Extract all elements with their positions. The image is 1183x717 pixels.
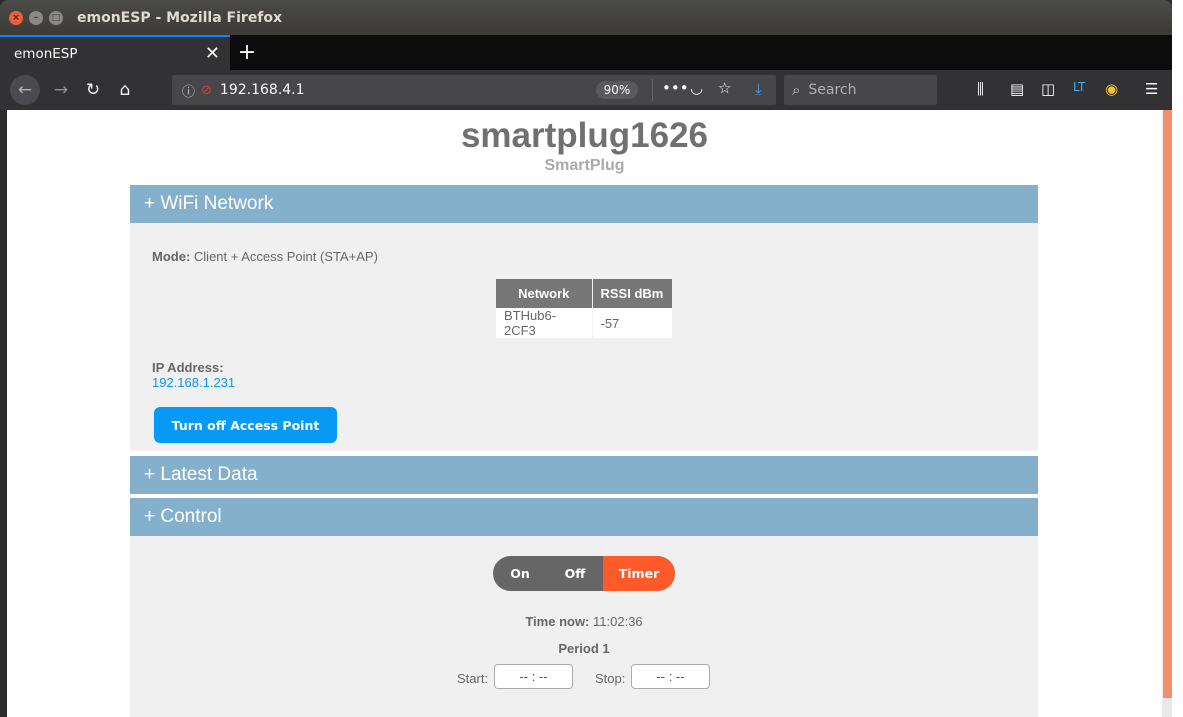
reader-extension-icon[interactable]: ▤ [1010,80,1024,98]
period-label: Period 1 [558,641,610,656]
tab-title: emonESP [14,45,78,62]
network-name-cell[interactable]: BTHub6-2CF3 [496,308,593,338]
time-now-label: Time now: [525,614,590,629]
web-page: smartplug1626 SmartPlug + WiFi Network M… [7,110,1162,717]
page-actions-icon[interactable]: ••• [662,79,689,97]
url-text[interactable]: 192.168.4.1 [220,82,305,98]
column-header-rssi: RSSI dBm [592,279,673,308]
tab-strip: emonESP ✕ + [0,35,1172,70]
page-subtitle: SmartPlug [544,157,625,174]
stop-label: Stop: [595,671,626,686]
wifi-section-header[interactable]: + WiFi Network [130,185,1038,223]
turn-off-ap-button[interactable]: Turn off Access Point [154,407,337,443]
tab-close-icon[interactable]: ✕ [205,43,220,64]
download-icon[interactable]: ⤓ [755,80,762,98]
mode-row: Mode: Client + Access Point (STA+AP) [152,249,378,264]
rssi-cell: -57 [592,308,673,338]
forward-arrow-icon[interactable]: → [46,80,76,100]
extension-icon[interactable]: LT [1073,80,1085,94]
column-header-network: Network [496,279,593,308]
insecure-lock-icon[interactable]: ⊘ [201,83,212,98]
mode-value: Client + Access Point (STA+AP) [193,249,378,264]
timer-button[interactable]: Timer [603,556,675,591]
scrollbar-thumb[interactable] [1163,110,1172,698]
network-table: Network RSSI dBm BTHub6-2CF3 -57 [496,279,673,338]
window-maximize-button[interactable]: □ [49,10,63,25]
back-arrow-icon[interactable]: ← [10,75,40,105]
pocket-icon[interactable]: ◡ [690,79,703,97]
reload-icon[interactable]: ↻ [78,80,108,100]
ip-value: 192.168.1.231 [152,375,236,390]
window-edge [1172,0,1183,717]
off-button[interactable]: Off [547,556,603,591]
table-header-row: Network RSSI dBm [496,279,673,308]
chrome-extension-icon[interactable]: ◉ [1105,80,1118,98]
sidebar-icon[interactable]: ◫ [1041,80,1055,98]
url-bar[interactable]: ⓘ ⊘ 192.168.4.1 90% ••• ◡ ☆ [172,75,776,105]
bookmark-star-icon[interactable]: ☆ [718,79,731,97]
browser-tab[interactable]: emonESP ✕ [0,35,230,70]
latest-data-section-header[interactable]: + Latest Data [130,456,1038,494]
zoom-indicator[interactable]: 90% [596,81,638,99]
menu-icon[interactable]: ☰ [1145,80,1158,98]
page-scrollbar[interactable] [1162,110,1172,717]
wifi-section-body: Mode: Client + Access Point (STA+AP) Net… [130,223,1038,451]
mode-label: Mode: [152,249,191,264]
library-icon[interactable]: ⫼ [977,80,984,98]
search-placeholder: Search [808,82,857,98]
page-title: smartplug1626 [460,116,709,155]
window-close-button[interactable]: × [9,10,23,25]
search-icon: ⌕ [792,81,801,99]
time-now-value: 11:02:36 [593,614,643,629]
table-row[interactable]: BTHub6-2CF3 -57 [496,308,673,338]
start-label: Start: [457,671,489,686]
window-minimize-button[interactable]: – [29,10,43,25]
mode-toggle: On Off Timer [493,556,675,591]
control-section-body: On Off Timer Time now: 11:02:36 Period 1… [130,536,1038,717]
on-button[interactable]: On [493,556,547,591]
url-divider [652,79,653,101]
info-icon[interactable]: ⓘ [182,81,195,100]
window-title: emonESP - Mozilla Firefox [77,9,283,26]
stop-time-input[interactable]: -- : -- [631,664,710,689]
ip-label: IP Address: [152,360,224,375]
start-time-input[interactable]: -- : -- [494,664,573,689]
control-section-header[interactable]: + Control [130,498,1038,536]
time-now-row: Time now: 11:02:36 [130,614,1038,629]
home-icon[interactable]: ⌂ [110,80,140,100]
window-titlebar: × – □ emonESP - Mozilla Firefox [0,0,1172,35]
search-input[interactable]: ⌕ Search [784,75,937,105]
new-tab-button[interactable]: + [230,35,264,70]
nav-toolbar: ← → ↻ ⌂ ⓘ ⊘ 192.168.4.1 90% ••• ◡ ☆ ⤓ ⌕ … [0,70,1172,110]
